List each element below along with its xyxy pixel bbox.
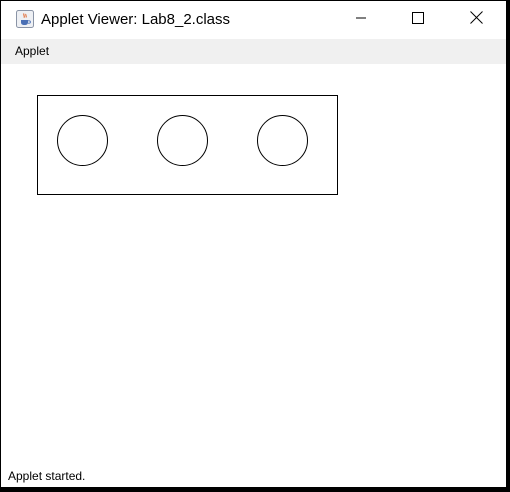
drawn-circle-2	[157, 115, 208, 166]
status-text: Applet started.	[8, 469, 86, 483]
applet-drawing	[37, 95, 338, 195]
java-cup-icon	[16, 10, 34, 28]
minimize-icon	[355, 11, 367, 29]
close-button[interactable]	[453, 1, 499, 38]
drawn-rectangle	[37, 95, 338, 195]
drawn-circle-3	[257, 115, 308, 166]
drawn-circle-1	[57, 115, 108, 166]
minimize-button[interactable]	[338, 1, 384, 38]
maximize-icon	[412, 11, 424, 29]
applet-viewer-window: Applet Viewer: Lab8_2.class Applet Apple…	[1, 1, 506, 487]
window-title: Applet Viewer: Lab8_2.class	[41, 11, 231, 28]
title-bar[interactable]: Applet Viewer: Lab8_2.class	[1, 1, 506, 38]
applet-canvas	[1, 64, 506, 464]
close-icon	[469, 10, 483, 29]
menu-applet[interactable]: Applet	[15, 44, 49, 58]
maximize-button[interactable]	[395, 1, 441, 38]
menu-bar: Applet	[1, 39, 506, 64]
